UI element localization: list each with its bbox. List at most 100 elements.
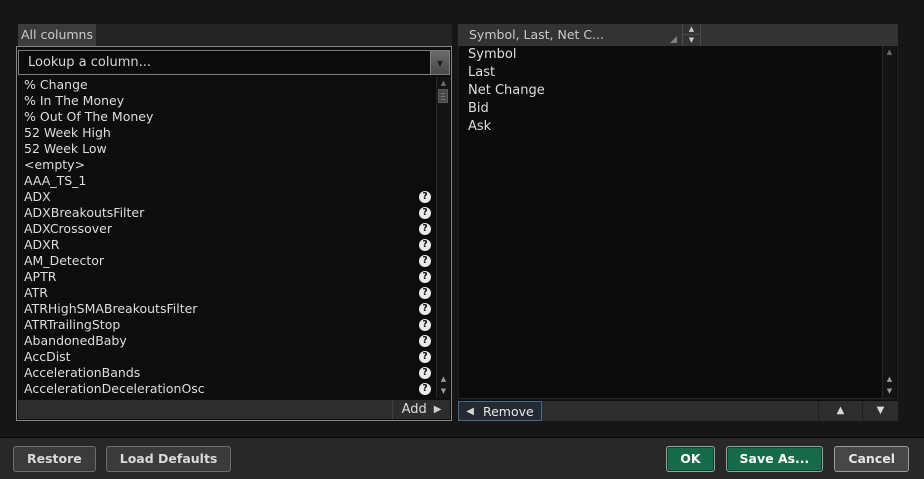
list-item[interactable]: AccelerationBands ? bbox=[18, 365, 435, 381]
tab-all-columns[interactable]: All columns bbox=[18, 24, 96, 46]
dialog-footer: Restore Load Defaults OK Save As... Canc… bbox=[0, 437, 924, 479]
list-item[interactable]: ATRHighSMABreakoutsFilter ? bbox=[18, 301, 435, 317]
cancel-button[interactable]: Cancel bbox=[834, 446, 909, 472]
list-item[interactable]: Bid bbox=[460, 100, 881, 118]
chevron-down-icon: ▼ bbox=[437, 59, 443, 68]
column-lookup-combobox: ▼ bbox=[18, 50, 450, 75]
column-name: AccelerationDecelerationOsc bbox=[24, 381, 205, 396]
list-item[interactable]: ATRTrailingStop ? bbox=[18, 317, 435, 333]
arrow-right-icon: ▶ bbox=[434, 404, 442, 415]
column-name: % In The Money bbox=[24, 93, 124, 108]
move-down-button[interactable]: ▼ bbox=[862, 401, 898, 421]
column-name: ADXBreakoutsFilter bbox=[24, 205, 144, 220]
all-columns-list: % Change % In The Money % Out Of The Mon… bbox=[18, 77, 435, 398]
column-name: AM_Detector bbox=[24, 253, 104, 268]
column-name: AbandonedBaby bbox=[24, 333, 127, 348]
column-name: ADXCrossover bbox=[24, 221, 112, 236]
spinner-up-button[interactable]: ▲ bbox=[683, 24, 700, 35]
help-icon[interactable]: ? bbox=[419, 255, 431, 267]
help-icon[interactable]: ? bbox=[419, 335, 431, 347]
column-name: Last bbox=[468, 65, 495, 80]
column-lookup-input[interactable] bbox=[19, 51, 429, 74]
right-scrollbar[interactable]: ▲ ▲ ▼ bbox=[882, 46, 896, 398]
resize-grip-icon[interactable] bbox=[670, 36, 677, 43]
scroll-up-icon[interactable]: ▲ bbox=[883, 373, 896, 385]
list-item[interactable]: % In The Money bbox=[18, 93, 435, 109]
column-name: ATRTrailingStop bbox=[24, 317, 120, 332]
help-icon[interactable]: ? bbox=[419, 207, 431, 219]
list-item[interactable]: AM_Detector ? bbox=[18, 253, 435, 269]
header-spinner: ▲ ▼ bbox=[682, 24, 701, 46]
list-item[interactable]: Last bbox=[460, 64, 881, 82]
column-name: Net Change bbox=[468, 83, 545, 98]
scroll-up-icon[interactable]: ▲ bbox=[437, 79, 450, 87]
list-item[interactable]: ADXR ? bbox=[18, 237, 435, 253]
help-icon[interactable]: ? bbox=[419, 351, 431, 363]
left-panel-bottom-bar: Add ▶ bbox=[18, 399, 450, 419]
list-item[interactable]: ? bbox=[18, 397, 435, 398]
left-scrollbar[interactable]: ▲ ▲ ▼ bbox=[436, 77, 450, 398]
column-name: APTR bbox=[24, 269, 56, 284]
list-item[interactable]: Symbol bbox=[460, 46, 881, 64]
column-name: <empty> bbox=[24, 157, 85, 172]
list-item[interactable]: AbandonedBaby ? bbox=[18, 333, 435, 349]
scroll-up-icon[interactable]: ▲ bbox=[883, 48, 896, 56]
help-icon[interactable]: ? bbox=[419, 239, 431, 251]
add-button[interactable]: Add ▶ bbox=[392, 400, 450, 419]
scroll-down-icon[interactable]: ▼ bbox=[437, 385, 450, 397]
scrollbar-thumb[interactable] bbox=[438, 89, 448, 103]
list-item[interactable]: % Out Of The Money bbox=[18, 109, 435, 125]
help-icon[interactable]: ? bbox=[419, 383, 431, 395]
help-icon[interactable]: ? bbox=[419, 191, 431, 203]
list-item[interactable]: ATR ? bbox=[18, 285, 435, 301]
column-name: Bid bbox=[468, 101, 489, 116]
spinner-down-button[interactable]: ▼ bbox=[683, 35, 700, 46]
help-icon[interactable]: ? bbox=[419, 319, 431, 331]
load-defaults-button[interactable]: Load Defaults bbox=[106, 446, 232, 472]
move-up-button[interactable]: ▲ bbox=[818, 401, 862, 421]
available-columns-panel: ▼ % Change % In The Money % Out Of The M… bbox=[16, 46, 452, 421]
right-panel-bottom-bar: ◀ Remove ▲ ▼ bbox=[458, 400, 898, 421]
arrow-left-icon: ◀ bbox=[466, 406, 474, 417]
list-item[interactable]: AccDist ? bbox=[18, 349, 435, 365]
scroll-down-icon[interactable]: ▼ bbox=[883, 385, 896, 397]
list-item[interactable]: ADX ? bbox=[18, 189, 435, 205]
list-item[interactable]: AAA_TS_1 bbox=[18, 173, 435, 189]
list-item[interactable]: <empty> bbox=[18, 157, 435, 173]
column-name: 52 Week High bbox=[24, 125, 111, 140]
column-name: AccelerationBands bbox=[24, 365, 140, 380]
combo-dropdown-button[interactable]: ▼ bbox=[430, 51, 449, 74]
list-item[interactable]: APTR ? bbox=[18, 269, 435, 285]
help-icon[interactable]: ? bbox=[419, 223, 431, 235]
selected-columns-list: Symbol Last Net Change Bid Ask bbox=[460, 46, 881, 398]
list-item[interactable]: 52 Week Low bbox=[18, 141, 435, 157]
remove-button[interactable]: ◀ Remove bbox=[458, 401, 542, 421]
ok-button[interactable]: OK bbox=[666, 446, 714, 472]
list-item[interactable]: ADXBreakoutsFilter ? bbox=[18, 205, 435, 221]
help-icon[interactable]: ? bbox=[419, 287, 431, 299]
list-item[interactable]: 52 Week High bbox=[18, 125, 435, 141]
list-item[interactable]: % Change bbox=[18, 77, 435, 93]
column-name: AAA_TS_1 bbox=[24, 173, 86, 188]
column-name: 52 Week Low bbox=[24, 141, 107, 156]
help-icon[interactable]: ? bbox=[419, 303, 431, 315]
scroll-up-icon[interactable]: ▲ bbox=[437, 373, 450, 385]
selected-columns-header[interactable]: Symbol, Last, Net C... bbox=[458, 24, 682, 46]
remove-button-label: Remove bbox=[483, 404, 534, 419]
save-as-button[interactable]: Save As... bbox=[726, 446, 824, 472]
tab-row-filler bbox=[96, 24, 452, 46]
help-icon[interactable]: ? bbox=[419, 367, 431, 379]
selected-columns-header-bar: Symbol, Last, Net C... ▲ ▼ bbox=[458, 24, 898, 46]
selected-columns-panel: Symbol Last Net Change Bid Ask ▲ ▲ ▼ bbox=[458, 46, 898, 399]
list-item[interactable]: Ask bbox=[460, 118, 881, 136]
selected-columns-header-label: Symbol, Last, Net C... bbox=[469, 27, 604, 42]
list-item[interactable]: Net Change bbox=[460, 82, 881, 100]
column-name: ATR bbox=[24, 285, 48, 300]
list-item[interactable]: AccelerationDecelerationOsc ? bbox=[18, 381, 435, 397]
column-name: ATRHighSMABreakoutsFilter bbox=[24, 301, 197, 316]
restore-button[interactable]: Restore bbox=[13, 446, 96, 472]
column-name: Symbol bbox=[468, 47, 516, 62]
help-icon[interactable]: ? bbox=[419, 271, 431, 283]
list-item[interactable]: ADXCrossover ? bbox=[18, 221, 435, 237]
column-name: AccDist bbox=[24, 349, 71, 364]
